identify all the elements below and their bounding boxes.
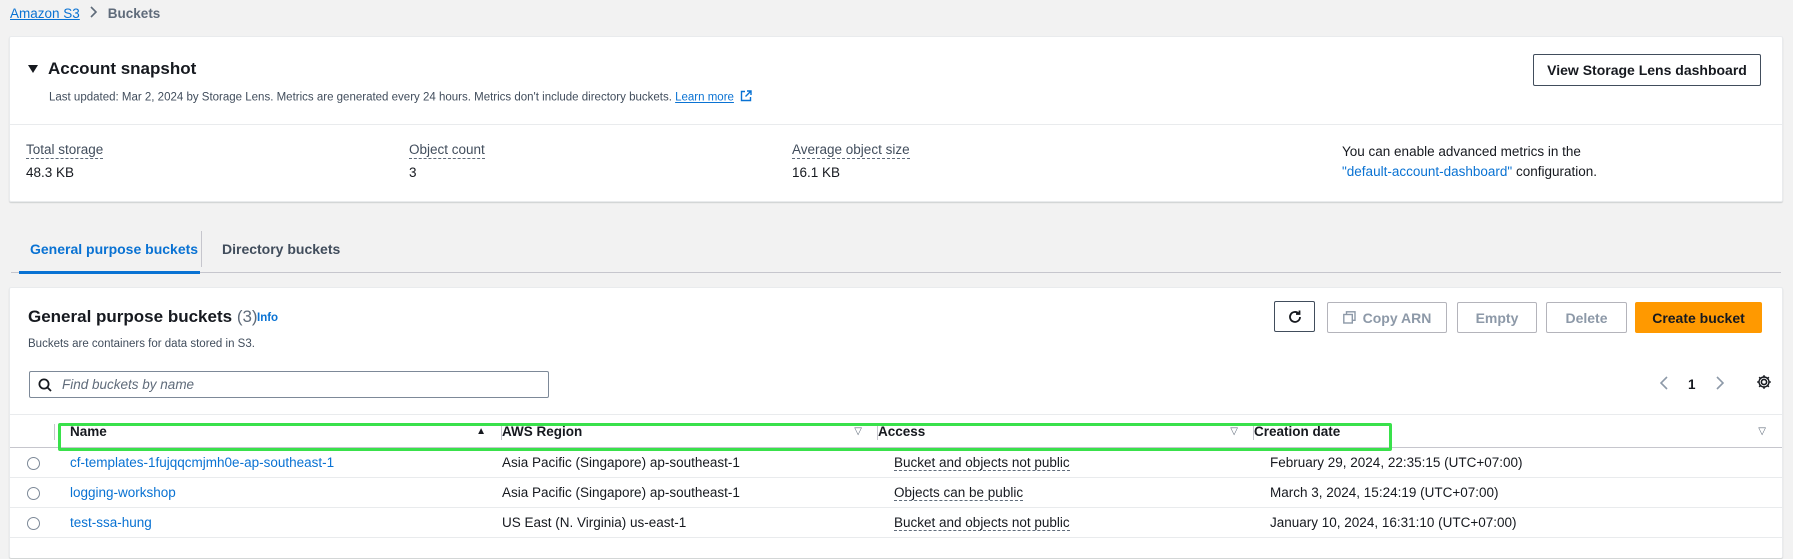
- column-name-label: Name: [70, 423, 107, 439]
- tab-divider: [201, 231, 202, 267]
- view-storage-lens-dashboard-button[interactable]: View Storage Lens dashboard: [1533, 54, 1761, 86]
- sort-icon[interactable]: ▽: [1230, 426, 1238, 437]
- advanced-metrics-note: You can enable advanced metrics in the "…: [1342, 142, 1597, 182]
- general-purpose-buckets-panel: General purpose buckets (3) Info Buckets…: [9, 287, 1783, 558]
- bucket-type-tabs: General purpose buckets Directory bucket…: [11, 226, 1781, 274]
- bucket-creation-date: January 10, 2024, 16:31:10 (UTC+07:00): [1270, 515, 1517, 530]
- next-page-icon[interactable]: [1710, 374, 1730, 395]
- breadcrumb-amazon-s3[interactable]: Amazon S3: [10, 6, 80, 21]
- account-snapshot-panel: Account snapshot Last updated: Mar 2, 20…: [9, 36, 1783, 202]
- chevron-right-icon: [90, 6, 98, 21]
- select-column-header: [10, 414, 70, 448]
- account-snapshot-header[interactable]: Account snapshot: [28, 59, 196, 79]
- metric-value: 3: [409, 165, 417, 180]
- bucket-access[interactable]: Objects can be public: [894, 485, 1024, 501]
- buckets-table: Name ▲ AWS Region ▽ Access ▽ Creation date ▽…: [10, 414, 1782, 538]
- column-header-creation-date[interactable]: Creation date ▽: [1254, 414, 1782, 448]
- metric-object-count: Object count 3: [409, 142, 485, 180]
- search-icon: [38, 378, 52, 392]
- sort-icon[interactable]: ▽: [1758, 426, 1766, 437]
- bucket-creation-date: March 3, 2024, 15:24:19 (UTC+07:00): [1270, 485, 1499, 500]
- metric-average-object-size: Average object size 16.1 KB: [792, 142, 910, 180]
- row-select-radio[interactable]: [27, 486, 40, 500]
- breadcrumb-buckets: Buckets: [107, 6, 161, 21]
- advanced-metrics-text: You can enable advanced metrics in the: [1342, 144, 1581, 159]
- tab-directory-buckets[interactable]: Directory buckets: [222, 226, 340, 272]
- gear-icon[interactable]: [1756, 374, 1772, 395]
- column-header-access[interactable]: Access ▽: [878, 414, 1254, 448]
- bucket-region: Asia Pacific (Singapore) ap-southeast-1: [502, 455, 740, 470]
- sort-icon[interactable]: ▽: [854, 426, 862, 437]
- create-bucket-button[interactable]: Create bucket: [1635, 302, 1762, 333]
- refresh-icon: [1288, 310, 1301, 323]
- account-snapshot-title: Account snapshot: [48, 59, 197, 78]
- default-account-dashboard-link[interactable]: "default-account-dashboard": [1342, 164, 1512, 179]
- copy-arn-label: Copy ARN: [1362, 309, 1432, 326]
- metric-value: 48.3 KB: [26, 165, 75, 180]
- column-header-region[interactable]: AWS Region ▽: [502, 414, 878, 448]
- table-row[interactable]: cf-templates-1fujqqcmjmh0e-ap-southeast-…: [10, 447, 1782, 478]
- previous-page-icon[interactable]: [1654, 374, 1674, 395]
- column-region-label: AWS Region: [502, 423, 583, 439]
- copy-arn-button[interactable]: Copy ARN: [1327, 302, 1447, 333]
- bucket-name-link[interactable]: test-ssa-hung: [70, 515, 152, 530]
- breadcrumb: Amazon S3 Buckets: [10, 6, 160, 21]
- info-link[interactable]: Info: [257, 312, 278, 324]
- current-page[interactable]: 1: [1688, 377, 1696, 392]
- bucket-region: US East (N. Virginia) us-east-1: [502, 515, 687, 530]
- table-row[interactable]: test-ssa-hung US East (N. Virginia) us-e…: [10, 507, 1782, 538]
- refresh-button[interactable]: [1274, 301, 1315, 332]
- metric-total-storage: Total storage 48.3 KB: [26, 142, 104, 180]
- divider: [10, 124, 1782, 125]
- subtitle-text: Last updated: Mar 2, 2024 by Storage Len…: [49, 91, 672, 104]
- caret-down-icon[interactable]: [28, 65, 38, 73]
- bucket-access[interactable]: Bucket and objects not public: [894, 455, 1070, 471]
- external-link-icon[interactable]: [740, 90, 752, 105]
- table-row[interactable]: logging-workshop Asia Pacific (Singapore…: [10, 477, 1782, 508]
- learn-more-link[interactable]: Learn more: [675, 92, 734, 104]
- find-buckets-search[interactable]: [29, 371, 549, 398]
- column-creation-date-label: Creation date: [1254, 423, 1341, 439]
- bucket-name-link[interactable]: logging-workshop: [70, 485, 176, 500]
- table-header-row: Name ▲ AWS Region ▽ Access ▽ Creation date ▽: [10, 414, 1782, 448]
- bucket-access[interactable]: Bucket and objects not public: [894, 515, 1070, 531]
- search-input[interactable]: [60, 376, 534, 393]
- bucket-creation-date: February 29, 2024, 22:35:15 (UTC+07:00): [1270, 455, 1523, 470]
- buckets-description: Buckets are containers for data stored i…: [28, 338, 255, 350]
- bucket-count: (3): [236, 307, 258, 326]
- sort-ascending-icon[interactable]: ▲: [476, 426, 486, 437]
- column-header-name[interactable]: Name ▲: [70, 414, 502, 448]
- metric-label[interactable]: Total storage: [26, 142, 104, 159]
- metric-label[interactable]: Object count: [409, 142, 485, 159]
- empty-button[interactable]: Empty: [1457, 302, 1537, 333]
- bucket-region: Asia Pacific (Singapore) ap-southeast-1: [502, 485, 740, 500]
- account-snapshot-subtitle: Last updated: Mar 2, 2024 by Storage Len…: [49, 90, 752, 105]
- advanced-metrics-suffix: configuration.: [1512, 164, 1598, 179]
- pagination: 1: [1654, 374, 1772, 395]
- metric-label[interactable]: Average object size: [792, 142, 910, 159]
- copy-icon: [1342, 311, 1356, 324]
- buckets-title-text: General purpose buckets: [28, 307, 233, 326]
- column-access-label: Access: [878, 423, 926, 439]
- buckets-title: General purpose buckets (3): [28, 307, 258, 327]
- metric-value: 16.1 KB: [792, 165, 841, 180]
- column-separator: [54, 424, 55, 440]
- tab-general-purpose-buckets[interactable]: General purpose buckets: [18, 226, 201, 274]
- bucket-name-link[interactable]: cf-templates-1fujqqcmjmh0e-ap-southeast-…: [70, 455, 334, 470]
- delete-button[interactable]: Delete: [1546, 302, 1627, 333]
- row-select-radio[interactable]: [27, 456, 40, 470]
- row-select-radio[interactable]: [27, 516, 40, 530]
